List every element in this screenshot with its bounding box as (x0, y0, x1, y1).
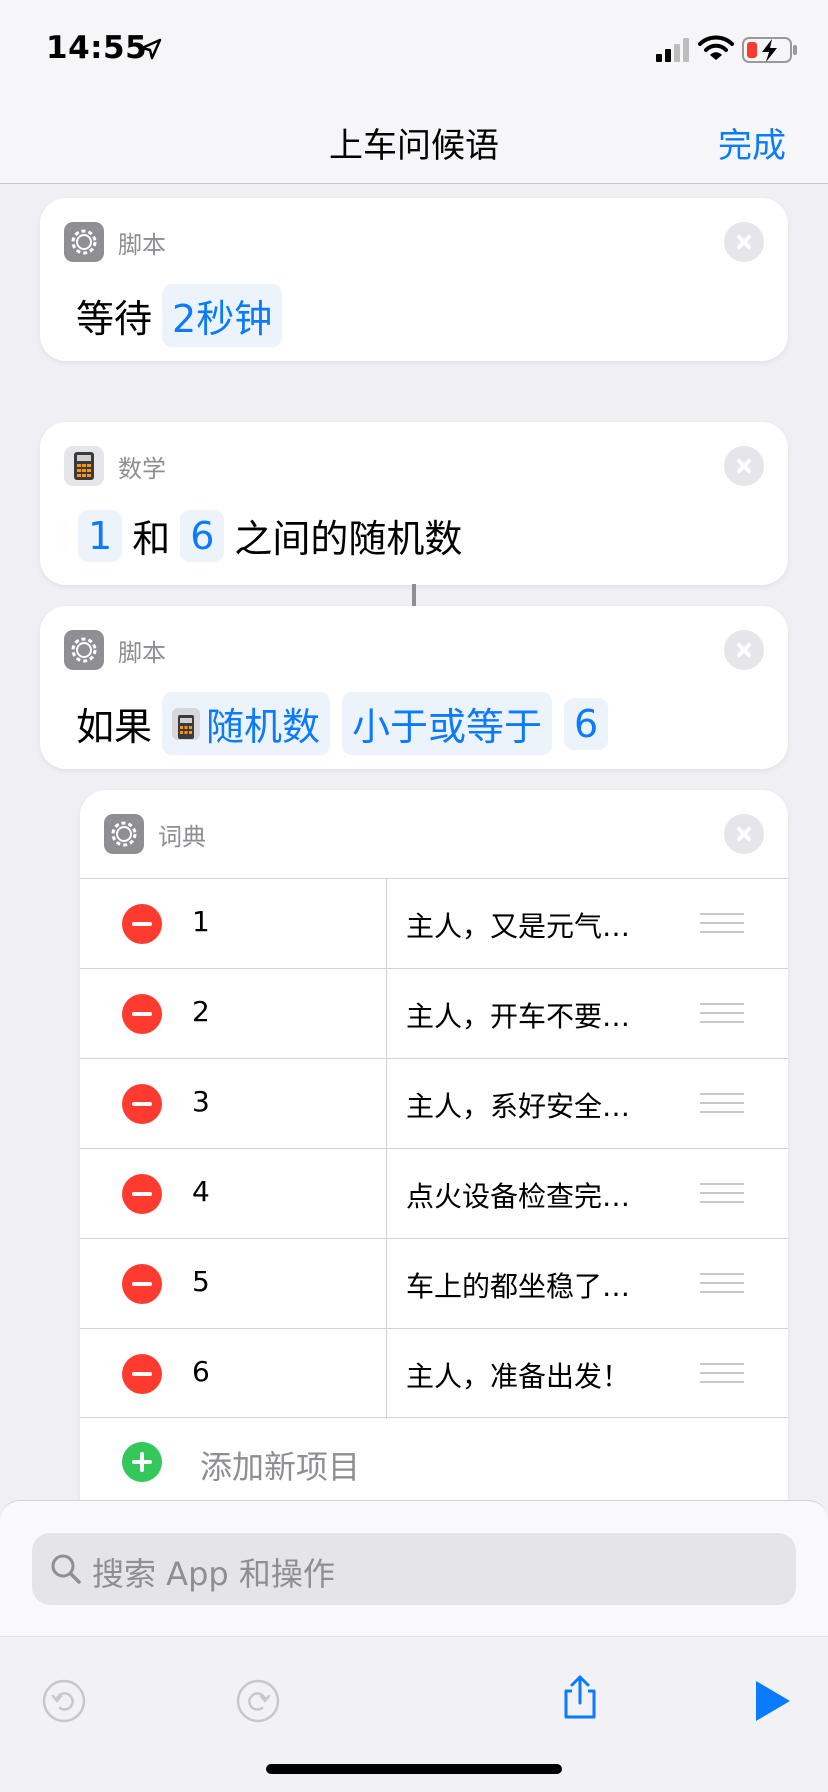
calculator-icon (64, 446, 104, 486)
row-key[interactable]: 1 (192, 905, 210, 938)
row-key[interactable]: 4 (192, 1175, 210, 1208)
random-suffix-label: 之间的随机数 (234, 517, 463, 561)
search-input[interactable]: 搜索 App 和操作 (32, 1533, 796, 1605)
condition-value-token[interactable]: 6 (564, 697, 609, 750)
dictionary-row[interactable]: 2 主人，开车不要… (80, 968, 788, 1059)
share-icon[interactable] (556, 1673, 604, 1721)
card-header: 脚本 (64, 222, 166, 262)
action-search-sheet: 搜索 App 和操作 (0, 1500, 828, 1792)
flow-connector (412, 584, 416, 606)
card-header: 词典 (104, 814, 206, 854)
random-max-token[interactable]: 6 (180, 509, 225, 562)
search-icon (51, 1554, 81, 1584)
wait-action-card[interactable]: 脚本 等待 2秒钟 (40, 198, 788, 361)
dictionary-row[interactable]: 4 点火设备检查完… (80, 1148, 788, 1239)
wifi-icon (698, 35, 734, 60)
status-bar: 14:55 (0, 0, 828, 100)
remove-action-button[interactable] (724, 446, 764, 486)
location-arrow-icon (140, 38, 162, 60)
card-content: 1 和 6 之间的随机数 (72, 508, 466, 563)
dictionary-row[interactable]: 3 主人，系好安全… (80, 1058, 788, 1149)
row-value[interactable]: 车上的都坐稳了… (406, 1265, 658, 1305)
add-new-item-row[interactable]: 添加新项目 (80, 1417, 788, 1507)
dictionary-row[interactable]: 6 主人，准备出发！ (80, 1328, 788, 1419)
and-label: 和 (132, 517, 171, 561)
delete-row-button[interactable] (122, 1354, 162, 1394)
delete-row-button[interactable] (122, 1084, 162, 1124)
row-key[interactable]: 3 (192, 1085, 210, 1118)
done-button[interactable]: 完成 (718, 118, 786, 167)
condition-operator-token[interactable]: 小于或等于 (342, 692, 553, 755)
column-divider (386, 1059, 387, 1149)
column-divider (386, 1239, 387, 1329)
reorder-handle-icon[interactable] (700, 1093, 744, 1115)
add-item-icon[interactable] (122, 1442, 162, 1482)
row-key[interactable]: 6 (192, 1355, 210, 1388)
card-content: 如果 随机数 小于或等于 6 (72, 692, 614, 755)
wait-duration-token[interactable]: 2秒钟 (162, 284, 283, 347)
run-play-icon[interactable] (748, 1677, 796, 1725)
remove-action-button[interactable] (724, 814, 764, 854)
column-divider (386, 879, 387, 969)
remove-action-button[interactable] (724, 222, 764, 262)
variable-label: 随机数 (206, 705, 321, 749)
if-verb: 如果 (76, 705, 153, 749)
reorder-handle-icon[interactable] (700, 1003, 744, 1025)
gear-icon (64, 630, 104, 670)
card-category: 脚本 (118, 638, 166, 667)
random-min-token[interactable]: 1 (78, 509, 123, 562)
status-time: 14:55 (46, 30, 148, 66)
delete-row-button[interactable] (122, 904, 162, 944)
cellular-signal-icon (656, 38, 689, 62)
navigation-bar: 上车问候语 完成 (0, 100, 828, 184)
if-condition-card[interactable]: 脚本 如果 随机数 小于或等于 6 (40, 606, 788, 769)
shortcut-title[interactable]: 上车问候语 (0, 118, 828, 167)
row-key[interactable]: 5 (192, 1265, 210, 1298)
column-divider (386, 969, 387, 1059)
card-category: 数学 (118, 454, 166, 483)
column-divider (386, 1329, 387, 1419)
home-indicator (266, 1764, 562, 1774)
row-value[interactable]: 主人，准备出发！ (406, 1355, 658, 1395)
card-content: 等待 2秒钟 (72, 284, 288, 347)
remove-action-button[interactable] (724, 630, 764, 670)
row-key[interactable]: 2 (192, 995, 210, 1028)
variable-token[interactable]: 随机数 (162, 692, 331, 755)
row-value[interactable]: 主人，又是元气… (406, 905, 658, 945)
gear-icon (104, 814, 144, 854)
battery-charging-icon (742, 37, 797, 63)
row-value[interactable]: 点火设备检查完… (406, 1175, 658, 1215)
card-category: 词典 (158, 822, 206, 851)
card-header: 脚本 (64, 630, 166, 670)
action-verb: 等待 (76, 297, 153, 341)
reorder-handle-icon[interactable] (700, 1363, 744, 1385)
undo-icon[interactable] (40, 1677, 88, 1725)
delete-row-button[interactable] (122, 1174, 162, 1214)
add-new-item-label[interactable]: 添加新项目 (200, 1442, 360, 1488)
row-value[interactable]: 主人，开车不要… (406, 995, 658, 1035)
delete-row-button[interactable] (122, 994, 162, 1034)
reorder-handle-icon[interactable] (700, 1183, 744, 1205)
reorder-handle-icon[interactable] (700, 913, 744, 935)
dictionary-row[interactable]: 5 车上的都坐稳了… (80, 1238, 788, 1329)
calculator-icon (172, 707, 201, 740)
redo-icon[interactable] (234, 1677, 282, 1725)
delete-row-button[interactable] (122, 1264, 162, 1304)
search-placeholder: 搜索 App 和操作 (92, 1555, 335, 1593)
card-header: 数学 (64, 446, 166, 486)
dictionary-row[interactable]: 1 主人，又是元气… (80, 878, 788, 969)
reorder-handle-icon[interactable] (700, 1273, 744, 1295)
gear-icon (64, 222, 104, 262)
row-value[interactable]: 主人，系好安全… (406, 1085, 658, 1125)
random-number-card[interactable]: 数学 1 和 6 之间的随机数 (40, 422, 788, 585)
column-divider (386, 1149, 387, 1239)
card-category: 脚本 (118, 230, 166, 259)
